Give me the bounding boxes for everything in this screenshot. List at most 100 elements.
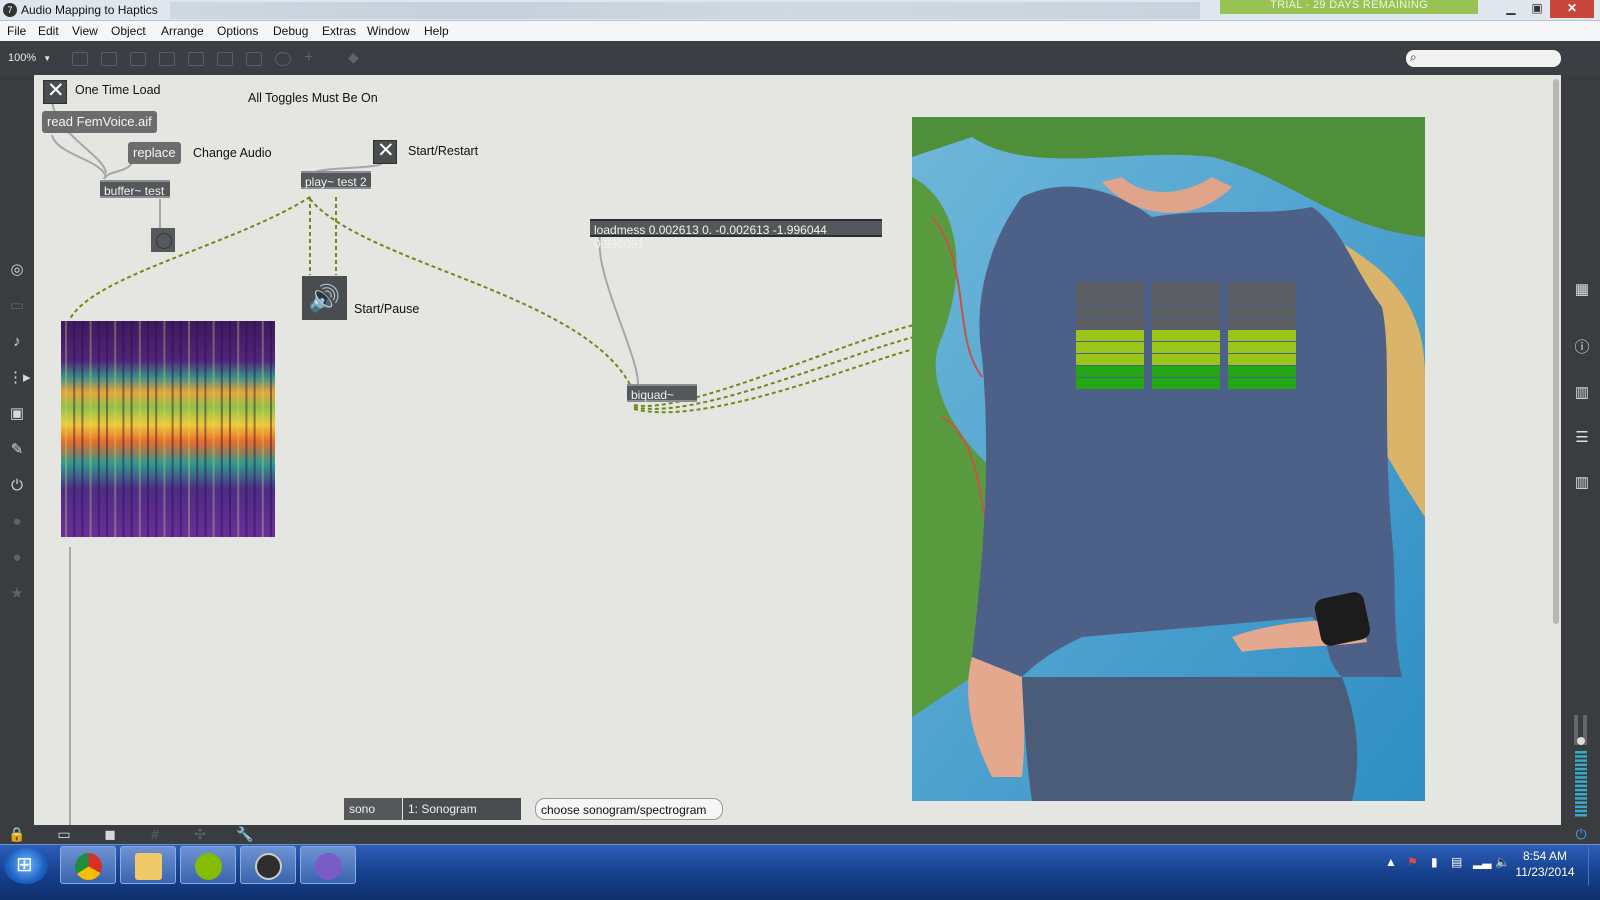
level-bar (1575, 814, 1587, 817)
chrome-icon[interactable] (60, 846, 116, 884)
menu-options[interactable]: Options (217, 24, 258, 38)
comment-bubble-icon[interactable]: ◼ (101, 825, 119, 843)
speaker-icon[interactable]: 🔊 (302, 276, 347, 320)
book-icon[interactable]: ▥ (1573, 384, 1591, 402)
comment-icon[interactable] (130, 52, 146, 66)
flag-icon[interactable]: ⚑ (1407, 855, 1418, 869)
target-icon[interactable]: ◎ (8, 261, 26, 279)
search-input[interactable]: ⌕ (1406, 50, 1561, 67)
inlet-icon[interactable] (217, 52, 233, 66)
menu-help[interactable]: Help (424, 24, 449, 38)
vertical-scrollbar[interactable] (1553, 79, 1559, 624)
menu-debug[interactable]: Debug (273, 24, 308, 38)
level-bar (1575, 793, 1587, 796)
signal-icon[interactable]: ▂▃ (1473, 855, 1491, 869)
close-button[interactable]: ✕ (1550, 0, 1594, 18)
info-dim-icon[interactable]: ● (8, 549, 26, 567)
add-icon[interactable]: + (304, 49, 320, 66)
grid-icon[interactable]: # (146, 825, 164, 843)
show-desktop-button[interactable] (1588, 845, 1600, 885)
sonogram-stripe (196, 321, 199, 537)
outlet-icon[interactable] (246, 52, 262, 66)
power-icon[interactable]: ⏻ (1572, 825, 1590, 843)
window-title: Audio Mapping to Haptics (21, 3, 158, 17)
max-icon[interactable] (240, 846, 296, 884)
cycling74-icon[interactable] (300, 846, 356, 884)
menu-edit[interactable]: Edit (38, 24, 59, 38)
system-tray[interactable]: ▲ ⚑ ▮ ▤ ▂▃ 🔈 (1385, 855, 1510, 875)
read-message[interactable]: read FemVoice.aif (42, 111, 157, 133)
menu-window[interactable]: Window (367, 24, 410, 38)
sonogram-display (61, 321, 275, 537)
sono-object[interactable]: sono (344, 798, 402, 820)
plug-icon[interactable]: ⏻ (8, 477, 26, 495)
system-clock[interactable]: 8:54 AM 11/23/2014 (1510, 848, 1580, 880)
buffer-object[interactable]: buffer~ test (100, 180, 170, 198)
step-icon[interactable]: ⋮▸ (8, 369, 31, 387)
mode-menu[interactable]: 1: Sonogram (403, 798, 521, 820)
zoom-control[interactable]: 100% ▼ (8, 52, 51, 64)
menu-file[interactable]: File (7, 24, 26, 38)
meter-segment (1076, 282, 1144, 293)
maximize-button[interactable]: ▣ (1524, 0, 1550, 18)
choose-sonogram-button[interactable]: choose sonogram/spectrogram (535, 798, 723, 820)
music-note-icon[interactable]: ♪ (8, 333, 26, 351)
wrench-icon[interactable]: 🔧 (236, 825, 254, 843)
play-object[interactable]: play~ test 2 (301, 171, 371, 189)
patcher-canvas[interactable]: ✕ One Time Load All Toggles Must Be On r… (34, 75, 1561, 825)
menu-arrange[interactable]: Arrange (161, 24, 204, 38)
message-icon[interactable] (101, 52, 117, 66)
level-meter[interactable] (1573, 715, 1589, 820)
button-icon[interactable] (188, 52, 204, 66)
info-icon[interactable]: ⓘ (1573, 339, 1591, 357)
minimize-button[interactable]: ▁ (1498, 0, 1524, 18)
replace-message[interactable]: replace (128, 142, 181, 164)
sonogram-stripe (106, 321, 108, 537)
number-icon[interactable] (275, 52, 291, 66)
start-restart-toggle[interactable]: ✕ (373, 139, 397, 164)
biquad-object[interactable]: biquad~ (627, 384, 697, 402)
trial-banner[interactable]: TRIAL - 29 DAYS REMAINING (1220, 0, 1478, 14)
explorer-icon[interactable] (120, 846, 176, 884)
paint-bucket-icon[interactable]: ◆ (348, 49, 364, 65)
film-icon[interactable]: ▭ (8, 297, 26, 315)
sonogram-stripe (73, 321, 76, 537)
meter-segment (1152, 378, 1220, 389)
sonogram-stripe (245, 321, 248, 537)
meter-segment (1152, 366, 1220, 377)
meter-segment (1228, 354, 1296, 365)
new-object-icon[interactable] (72, 52, 88, 66)
spotify-icon[interactable] (180, 846, 236, 884)
meter-segment (1228, 366, 1296, 377)
bang-button[interactable] (151, 228, 175, 252)
sonogram-stripe (261, 321, 264, 537)
loadmess-object[interactable]: loadmess 0.002613 0. -0.002613 -1.996044… (590, 219, 882, 251)
star-icon[interactable]: ★ (8, 585, 26, 603)
columns-icon[interactable]: ▥ (1573, 474, 1591, 492)
paperclip-icon[interactable]: ✎ (8, 441, 26, 459)
image-icon[interactable]: ▣ (8, 405, 26, 423)
menu-view[interactable]: View (72, 24, 98, 38)
vimeo-icon[interactable]: ● (8, 513, 26, 531)
sonogram-stripe (89, 321, 92, 537)
signal-play-to-biquad (309, 198, 635, 394)
one-time-load-toggle[interactable]: ✕ (43, 79, 67, 104)
battery-icon[interactable]: ▮ (1431, 855, 1438, 869)
max-app-icon[interactable]: 7 (3, 3, 17, 17)
bottom-toolbar: 🔒 ▭ ◼ # ✣ 🔧 ⏻ (0, 825, 1600, 844)
menu-object[interactable]: Object (111, 24, 146, 38)
lock-icon[interactable]: 🔒 (8, 825, 26, 843)
usb-icon[interactable]: ▤ (1451, 855, 1462, 869)
keyboard-icon[interactable]: ▦ (1573, 281, 1591, 299)
start-button[interactable] (4, 848, 48, 884)
menu-extras[interactable]: Extras (322, 24, 356, 38)
meter-segment (1152, 306, 1220, 317)
tray-arrow-icon[interactable]: ▲ (1385, 855, 1397, 869)
volume-icon[interactable]: 🔈 (1495, 855, 1510, 869)
sonogram-stripe (179, 321, 182, 537)
list-icon[interactable]: ☰ (1573, 429, 1591, 447)
presentation-icon[interactable]: ▭ (55, 825, 73, 843)
toggle-icon[interactable] (159, 52, 175, 66)
meter-segment (1076, 378, 1144, 389)
snap-icon[interactable]: ✣ (191, 825, 209, 843)
